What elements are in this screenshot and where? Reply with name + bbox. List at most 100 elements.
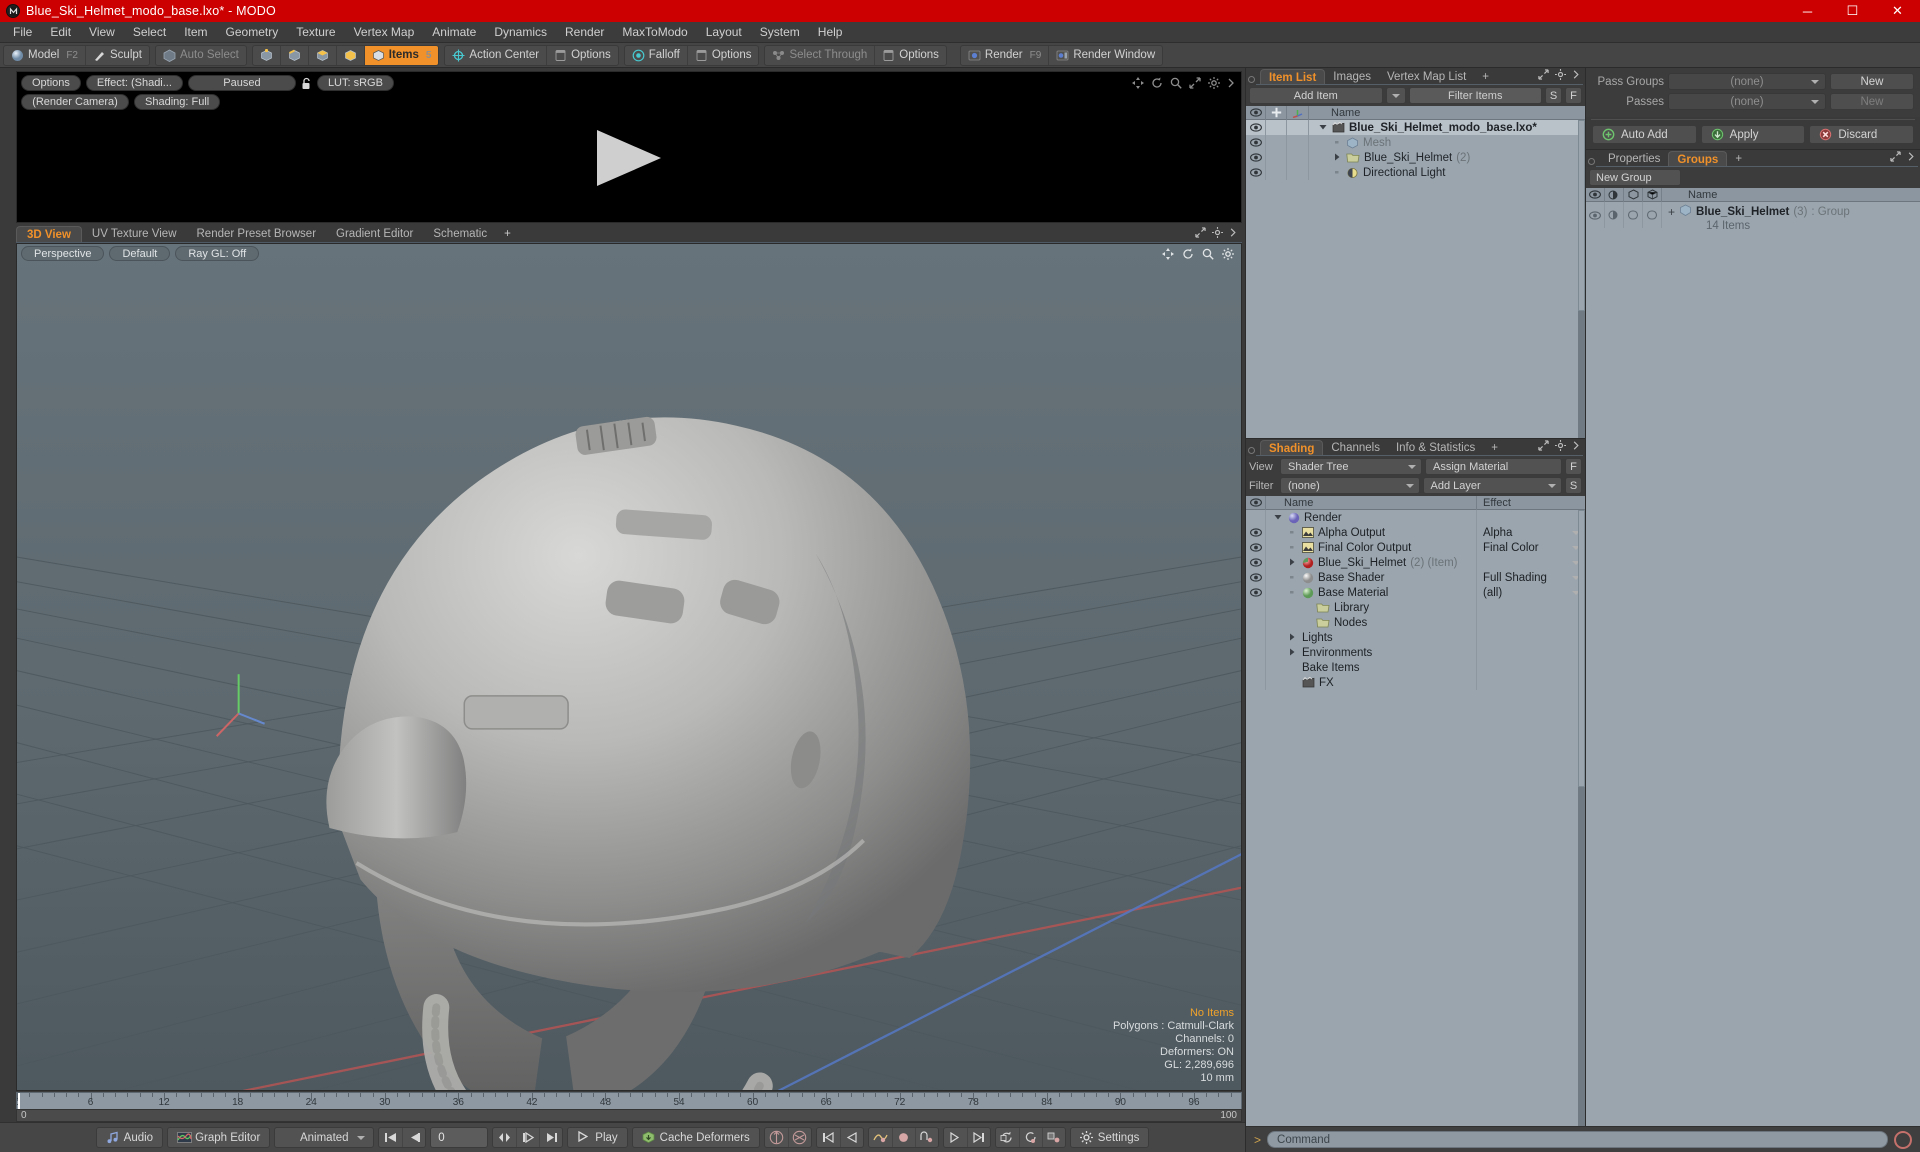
visibility-toggle[interactable] [1246,135,1266,150]
expand-icon[interactable] [1195,227,1206,241]
layer-visibility-toggle[interactable] [1246,510,1266,525]
rotate-icon[interactable] [1182,248,1194,263]
auto-select-button[interactable]: Auto Select [156,46,246,65]
item-list-row[interactable]: Directional Light [1246,165,1585,180]
viewport-projection-button[interactable]: Perspective [21,246,105,261]
scrollbar-thumb[interactable] [1578,120,1585,311]
lock-toggle[interactable] [1266,120,1287,135]
tab-item-list[interactable]: Item List [1260,69,1326,85]
vertex-mode-button[interactable] [253,46,280,65]
group-visibility-toggle[interactable] [1586,202,1605,228]
item-list-row[interactable]: Mesh [1246,135,1585,150]
select-through-options-button[interactable]: Options [874,45,946,65]
action-center-options-button[interactable]: Options [546,45,618,65]
current-frame-field[interactable]: 0 [430,1127,489,1148]
menu-render[interactable]: Render [556,22,613,43]
menu-view[interactable]: View [80,22,124,43]
expander-closed-icon[interactable] [1288,632,1298,644]
preview-status-button[interactable]: Paused [187,75,296,91]
layer-visibility-toggle[interactable] [1246,615,1266,630]
falloff-button[interactable]: Falloff [625,46,687,65]
reset-rotation-button[interactable] [1018,1128,1042,1147]
cache-deformers-button[interactable]: Cache Deformers [631,1127,760,1148]
group-visible-toggle[interactable] [1643,202,1662,228]
shader-tree-row[interactable]: Library [1246,600,1585,615]
layer-visibility-toggle[interactable] [1246,585,1266,600]
add-item-dropdown[interactable] [1385,87,1406,104]
tab-images[interactable]: Images [1325,69,1379,85]
settings-button[interactable]: Settings [1069,1127,1150,1148]
gear-icon[interactable] [1208,77,1220,92]
preview-camera-button[interactable]: (Render Camera) [21,94,129,110]
render-window-button[interactable]: Render Window [1048,45,1162,65]
model-mode-button[interactable]: Model F2 [4,46,85,65]
gear-icon[interactable] [1555,440,1566,454]
preview-lock-icon[interactable] [301,77,312,90]
layer-visibility-toggle[interactable] [1246,675,1266,690]
menu-file[interactable]: File [4,22,41,43]
layer-visibility-toggle[interactable] [1246,570,1266,585]
expand-icon[interactable] [1189,77,1201,92]
previous-key-button[interactable] [402,1128,425,1147]
chevron-right-icon[interactable] [1572,440,1580,454]
curve-key-button[interactable] [869,1128,892,1147]
item-list-row[interactable]: Blue_Ski_Helmet_modo_base.lxo* [1246,120,1585,135]
axis-toggle[interactable] [1287,135,1309,150]
menu-texture[interactable]: Texture [287,22,344,43]
shader-tree-row[interactable]: Base Shader Full Shading [1246,570,1585,585]
shading-filter-dropdown[interactable]: (none) [1280,477,1420,494]
go-to-start-button[interactable] [379,1128,402,1147]
expand-icon[interactable] [1538,69,1549,83]
tab-render-preset-browser[interactable]: Render Preset Browser [187,226,327,243]
lock-toggle[interactable] [1266,150,1287,165]
command-input[interactable]: Command [1267,1131,1888,1148]
preview-lut-button[interactable]: LUT: sRGB [316,75,394,91]
layer-visibility-toggle[interactable] [1246,555,1266,570]
tab-info-statistics[interactable]: Info & Statistics [1388,440,1483,456]
layer-visibility-toggle[interactable] [1246,540,1266,555]
item-list-s-button[interactable]: S [1545,87,1562,104]
move-icon[interactable] [1162,248,1174,263]
shader-tree-dropdown[interactable]: Shader Tree [1280,458,1422,475]
move-icon[interactable] [1132,77,1144,92]
expander-closed-icon[interactable] [1288,557,1298,569]
apply-button[interactable]: Apply [1700,125,1806,144]
discard-button[interactable]: Discard [1809,125,1915,144]
layer-visibility-toggle[interactable] [1246,630,1266,645]
minimize-button[interactable]: ─ [1785,0,1830,22]
new-group-button[interactable]: New Group [1589,169,1681,186]
tab-groups[interactable]: Groups [1668,151,1728,167]
expander-closed-icon[interactable]: + [1668,205,1675,219]
next-key-button[interactable] [516,1128,539,1147]
shader-tree-row[interactable]: Nodes [1246,615,1585,630]
tab-properties[interactable]: Properties [1600,151,1668,167]
preview-options-button[interactable]: Options [21,75,81,91]
falloff-options-button[interactable]: Options [686,45,759,65]
tab-3d-view[interactable]: 3D View [16,226,82,243]
viewport-raygl-button[interactable]: Ray GL: Off [175,246,260,261]
layer-visibility-toggle[interactable] [1246,525,1266,540]
tab-add-button[interactable]: + [1727,151,1750,167]
timeline[interactable]: 0 6 12 18 24 30 36 42 48 54 60 66 72 78 84 90 96 0 100 [16,1092,1242,1122]
auto-key-position-button[interactable] [765,1128,788,1147]
gear-icon[interactable] [1555,69,1566,83]
tab-vertex-map-list[interactable]: Vertex Map List [1379,69,1474,85]
polygon-mode-button[interactable] [307,45,336,65]
new-pass-group-button[interactable]: New [1830,73,1914,90]
menu-geometry[interactable]: Geometry [217,22,288,43]
skip-forward-button[interactable] [944,1128,967,1147]
menu-animate[interactable]: Animate [423,22,485,43]
shader-tree-scrollbar[interactable] [1578,510,1585,1126]
axis-toggle[interactable] [1287,165,1309,180]
visibility-toggle[interactable] [1246,120,1266,135]
tab-gradient-editor[interactable]: Gradient Editor [326,226,423,243]
assign-material-button[interactable]: Assign Material [1425,458,1562,475]
passes-dropdown[interactable]: (none) [1668,93,1826,110]
go-to-end-button[interactable] [539,1128,562,1147]
item-list-row[interactable]: Blue_Ski_Helmet (2) [1246,150,1585,165]
shader-tree-row[interactable]: Blue_Ski_Helmet (2) (Item) [1246,555,1585,570]
shading-f-button[interactable]: F [1565,458,1582,475]
menu-help[interactable]: Help [809,22,852,43]
delete-key-button[interactable] [914,1128,938,1147]
items-mode-button[interactable]: Items 5 [363,45,439,65]
